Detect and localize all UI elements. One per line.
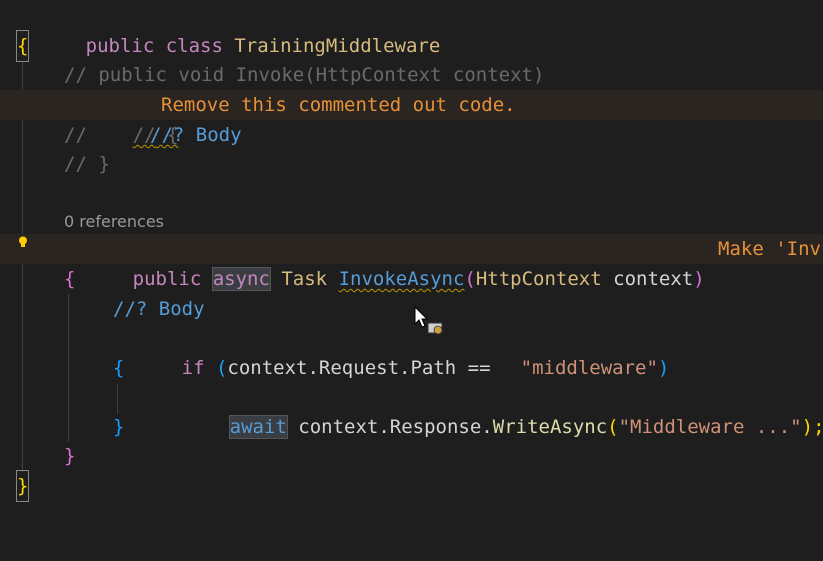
comment: // public void Invoke(HttpContext contex…	[64, 64, 545, 86]
code-line[interactable]: {	[0, 264, 823, 294]
close-brace: }	[64, 445, 76, 467]
code-line[interactable]: // }	[0, 149, 823, 179]
code-line[interactable]: }	[0, 441, 823, 471]
code-editor[interactable]: public class TrainingMiddleware { // pub…	[0, 0, 823, 537]
code-line[interactable]: {	[0, 30, 823, 62]
code-line-warning[interactable]: public async Task InvokeAsync(HttpContex…	[0, 234, 823, 291]
close-brace: }	[113, 416, 125, 438]
code-line[interactable]: if (context.Request.Path == "middleware"…	[0, 323, 823, 379]
code-line[interactable]: await context.Response.WriteAsync("Middl…	[0, 382, 823, 439]
code-line[interactable]: // public void Invoke(HttpContext contex…	[0, 60, 823, 90]
references-codelens[interactable]: 0 references	[64, 210, 164, 234]
body-comment: //? Body	[113, 298, 205, 320]
lightbulb-icon[interactable]	[18, 236, 28, 248]
inline-hint: Make 'Inv	[718, 238, 821, 260]
open-brace: {	[15, 30, 30, 62]
open-brace: {	[64, 268, 76, 290]
code-line[interactable]: }	[0, 470, 823, 502]
comment: //	[64, 124, 145, 146]
code-line[interactable]: //? Body	[0, 294, 823, 324]
open-brace: {	[113, 357, 125, 379]
code-line[interactable]: }	[0, 412, 823, 442]
inline-hint: Remove this commented out code.	[161, 94, 516, 116]
code-line-warning[interactable]: // { Remove this commented out code.	[0, 90, 823, 146]
body-comment: //? Body	[150, 124, 242, 146]
code-line[interactable]: {	[0, 353, 823, 383]
comment: // }	[64, 153, 110, 175]
code-line[interactable]: public class TrainingMiddleware	[0, 1, 823, 57]
mouse-cursor-icon	[414, 306, 443, 335]
code-line[interactable]: // //? Body	[0, 120, 823, 150]
close-brace: }	[15, 470, 30, 502]
